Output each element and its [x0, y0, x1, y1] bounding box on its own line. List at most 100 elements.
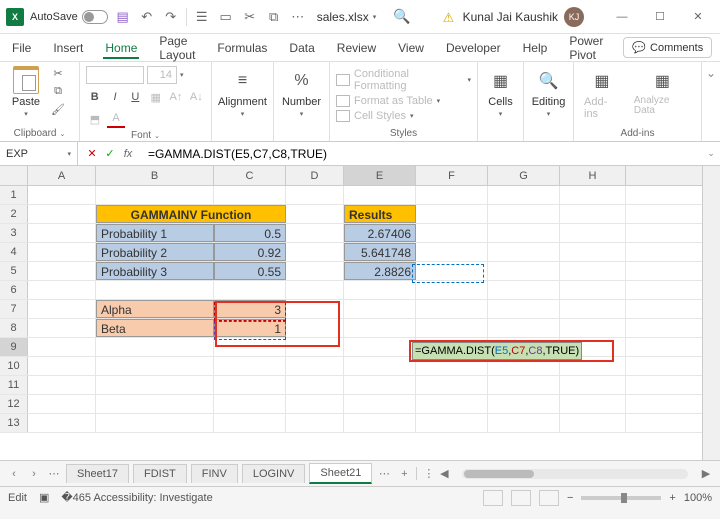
comments-button[interactable]: 💬 Comments	[623, 37, 712, 58]
undo-icon[interactable]: ↶	[138, 8, 156, 26]
row-header[interactable]: 4	[0, 243, 28, 261]
tab-data[interactable]: Data	[287, 37, 316, 59]
cell[interactable]: GAMMAINV Function	[96, 205, 286, 223]
toggle-off-icon[interactable]	[82, 10, 108, 24]
font-color-icon[interactable]: A	[107, 110, 125, 128]
col-header[interactable]: E	[344, 166, 416, 185]
col-header[interactable]: H	[560, 166, 626, 185]
analyze-data-button[interactable]: ▦ Analyze Data	[630, 66, 695, 122]
maximize-button[interactable]: ☐	[644, 5, 676, 29]
horizontal-scrollbar[interactable]	[462, 469, 688, 479]
search-icon[interactable]: 🔍	[393, 8, 410, 25]
col-header[interactable]: F	[416, 166, 488, 185]
zoom-slider[interactable]	[581, 496, 661, 500]
zoom-out-icon[interactable]: −	[567, 492, 573, 504]
fill-color-icon[interactable]: ⬒	[86, 110, 104, 128]
qat-more-icon[interactable]: ⋯	[289, 8, 307, 26]
editing-button[interactable]: 🔍 Editing ▾	[530, 66, 567, 120]
tab-formulas[interactable]: Formulas	[215, 37, 269, 59]
new-sheet-icon[interactable]: +	[396, 468, 412, 480]
new-icon[interactable]: ▭	[217, 8, 235, 26]
tab-page-layout[interactable]: Page Layout	[157, 30, 197, 66]
tab-home[interactable]: Home	[103, 37, 139, 59]
row-header[interactable]: 7	[0, 300, 28, 318]
tab-view[interactable]: View	[396, 37, 426, 59]
sheet-tab[interactable]: Sheet21	[309, 463, 372, 484]
col-header[interactable]: D	[286, 166, 344, 185]
tab-help[interactable]: Help	[521, 37, 550, 59]
vertical-scrollbar[interactable]	[702, 166, 720, 460]
decrease-font-icon[interactable]: A↓	[188, 88, 205, 106]
copy-icon[interactable]: ⧉	[50, 84, 66, 98]
tab-split-icon[interactable]: ⋮	[416, 467, 432, 480]
formula-input[interactable]	[142, 142, 702, 165]
page-break-view-icon[interactable]	[539, 490, 559, 506]
cell[interactable]: 2.8826	[344, 262, 416, 280]
row-header[interactable]: 1	[0, 186, 28, 204]
col-header[interactable]: C	[214, 166, 286, 185]
cell[interactable]: Probability 3	[96, 262, 214, 280]
close-button[interactable]: ✕	[682, 5, 714, 29]
font-size-combo[interactable]: 14	[147, 66, 177, 84]
increase-font-icon[interactable]: A↑	[167, 88, 184, 106]
format-as-table-button[interactable]: Format as Table▾	[336, 95, 471, 107]
format-painter-icon[interactable]: 🖌	[50, 102, 66, 116]
normal-view-icon[interactable]	[483, 490, 503, 506]
minimize-button[interactable]: —	[606, 5, 638, 29]
addins-button[interactable]: ▦ Add-ins	[580, 66, 624, 122]
row-header[interactable]: 8	[0, 319, 28, 337]
fx-icon[interactable]: fx	[120, 146, 136, 162]
cut-icon[interactable]: ✂	[241, 8, 259, 26]
number-button[interactable]: % Number ▾	[280, 66, 323, 120]
avatar[interactable]: KJ	[564, 7, 584, 27]
bold-button[interactable]: B	[86, 88, 103, 106]
collapse-ribbon-icon[interactable]: ⌄	[702, 62, 720, 141]
copy-icon[interactable]: ⧉	[265, 8, 283, 26]
zoom-level[interactable]: 100%	[684, 492, 712, 504]
col-header[interactable]: B	[96, 166, 214, 185]
redo-icon[interactable]: ↷	[162, 8, 180, 26]
tab-nav-more-icon[interactable]: ⋯	[46, 467, 62, 480]
row-header[interactable]: 3	[0, 224, 28, 242]
sheet-tab[interactable]: FINV	[191, 464, 238, 483]
cut-icon[interactable]: ✂	[50, 66, 66, 80]
accessibility-status[interactable]: �465 Accessibility: Investigate	[61, 491, 212, 504]
in-cell-formula-editor[interactable]: =GAMMA.DIST(E5,C7,C8,TRUE)	[412, 342, 582, 360]
filename[interactable]: sales.xlsx ▾	[317, 10, 377, 24]
page-layout-view-icon[interactable]	[511, 490, 531, 506]
row-header[interactable]: 13	[0, 414, 28, 432]
row-header[interactable]: 2	[0, 205, 28, 223]
cell[interactable]: 3	[214, 300, 286, 318]
tab-power-pivot[interactable]: Power Pivot	[567, 30, 605, 66]
cell[interactable]: Alpha	[96, 300, 214, 318]
cell[interactable]: Probability 2	[96, 243, 214, 261]
scroll-left-icon[interactable]: ◀	[436, 467, 452, 480]
underline-button[interactable]: U	[127, 88, 144, 106]
cell[interactable]: 0.55	[214, 262, 286, 280]
tab-nav-next-icon[interactable]: ›	[26, 468, 42, 480]
italic-button[interactable]: I	[106, 88, 123, 106]
row-header[interactable]: 6	[0, 281, 28, 299]
tab-nav-prev-icon[interactable]: ‹	[6, 468, 22, 480]
enter-icon[interactable]: ✓	[102, 146, 118, 162]
cell[interactable]: 2.67406	[344, 224, 416, 242]
alignment-button[interactable]: ≡ Alignment ▾	[218, 66, 267, 120]
paste-button[interactable]: Paste ▾	[6, 66, 46, 118]
row-header[interactable]: 11	[0, 376, 28, 394]
cell[interactable]: 1	[214, 319, 286, 337]
tab-file[interactable]: File	[10, 37, 33, 59]
sheet-tab[interactable]: Sheet17	[66, 464, 129, 483]
tab-insert[interactable]: Insert	[51, 37, 85, 59]
row-header[interactable]: 12	[0, 395, 28, 413]
scroll-right-icon[interactable]: ▶	[698, 467, 714, 480]
touch-mode-icon[interactable]: ☰	[193, 8, 211, 26]
border-icon[interactable]: ▦	[147, 88, 164, 106]
warning-icon[interactable]: ⚠	[443, 10, 457, 24]
row-header[interactable]: 10	[0, 357, 28, 375]
cell[interactable]: 0.92	[214, 243, 286, 261]
expand-formula-bar-icon[interactable]: ⌄	[702, 148, 720, 159]
tab-nav-more-icon[interactable]: ⋯	[376, 467, 392, 480]
cell[interactable]: Probability 1	[96, 224, 214, 242]
cell-styles-button[interactable]: Cell Styles▾	[336, 110, 471, 122]
font-name-combo[interactable]	[86, 66, 144, 84]
